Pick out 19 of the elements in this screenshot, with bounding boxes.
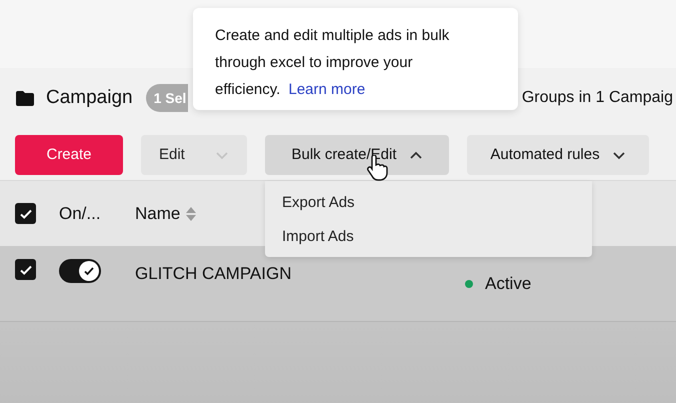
create-button[interactable]: Create: [15, 135, 123, 175]
toggle-switch[interactable]: [59, 259, 101, 283]
menu-item[interactable]: Import Ads: [265, 220, 592, 254]
dropdown-button[interactable]: Bulk create/Edit: [265, 135, 449, 175]
selection-summary: Groups in 1 Campaig: [522, 88, 673, 108]
learn-more-link[interactable]: Learn more: [288, 81, 366, 98]
checkbox[interactable]: [15, 259, 36, 280]
checkbox[interactable]: [15, 203, 36, 224]
section-title: Campaign: [46, 86, 133, 110]
tooltip-text: Create and edit multiple ads in bulk through excel to improve your efficiency. Learn more: [215, 26, 450, 100]
menu-item[interactable]: Export Ads: [265, 186, 592, 220]
dropdown-button[interactable]: Automated rules: [467, 135, 649, 175]
selection-badge: 1 Sel: [146, 84, 188, 112]
campaign-name[interactable]: GLITCH CAMPAIGN: [135, 261, 465, 286]
column-header[interactable]: Name: [135, 200, 180, 226]
checkmark-icon: [83, 265, 95, 277]
column-header: On/...: [59, 202, 102, 225]
folder-icon: [15, 90, 35, 106]
status-text: Active: [485, 273, 532, 295]
